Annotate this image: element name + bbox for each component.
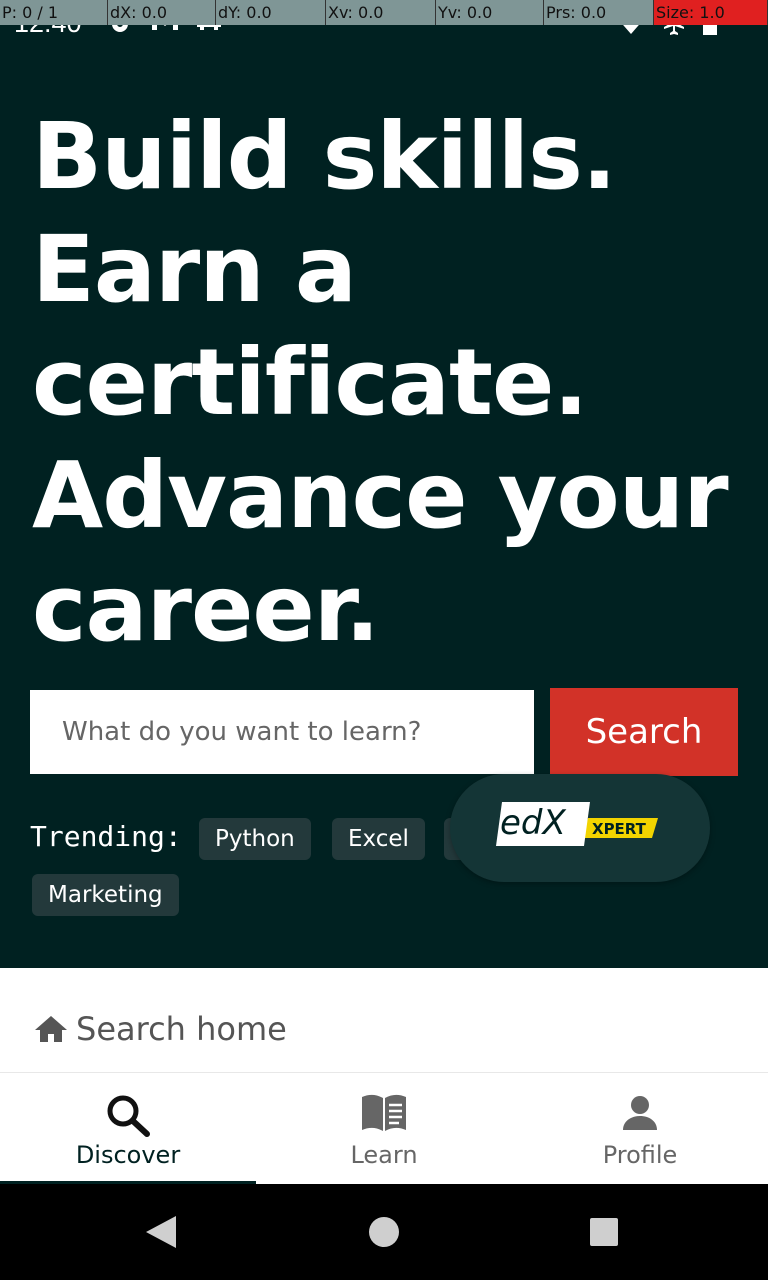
nav-profile[interactable]: Profile [512,1073,768,1185]
hero-headline: Build skills. Earn a certificate. Advanc… [32,100,752,665]
debug-pointer: P: 0 / 1 [0,0,108,25]
person-icon [623,1096,657,1130]
nav-learn[interactable]: Learn [256,1073,512,1185]
nav-label-profile: Profile [602,1141,678,1169]
headline-line: career. [32,555,380,662]
book-icon [362,1094,406,1131]
headline-line: certificate. [32,329,588,436]
trending-label: Trending: [30,820,182,853]
hero-banner: Build skills. Earn a certificate. Advanc… [0,48,768,968]
nav-label-discover: Discover [75,1141,181,1169]
debug-pressure: Prs: 0.0 [544,0,654,25]
pointer-debug-overlay: P: 0 / 1 dX: 0.0 dY: 0.0 Xv: 0.0 Yv: 0.0… [0,0,768,25]
xpert-chat-button[interactable]: XPERT edX [450,774,710,882]
trending-chip-excel[interactable]: Excel [332,818,425,860]
status-bar: 12:40 P: 0 / 1 dX: 0.0 dY: 0.0 Xv: 0.0 Y… [0,0,768,48]
debug-dx: dX: 0.0 [108,0,216,25]
home-icon [35,1016,67,1042]
recents-icon[interactable] [584,1212,624,1252]
edx-xpert-logo: XPERT edX [496,802,658,846]
xpert-badge-text: XPERT [592,820,647,838]
debug-dy: dY: 0.0 [216,0,326,25]
debug-yv: Yv: 0.0 [436,0,544,25]
search-home-heading: Search home [34,1010,287,1048]
section-title-text: Search home [76,1010,287,1048]
home-button-icon[interactable] [364,1212,404,1252]
search-icon [107,1095,150,1137]
trending-chip-marketing[interactable]: Marketing [32,874,179,916]
nav-discover[interactable]: Discover [0,1073,256,1185]
bottom-navigation: Discover Learn Profile [0,1072,768,1185]
system-navigation-bar [0,1184,768,1280]
nav-label-learn: Learn [350,1141,418,1169]
headline-line: Earn a [32,216,357,323]
search-input[interactable] [30,690,534,774]
back-icon[interactable] [142,1212,182,1252]
search-button[interactable]: Search [550,688,738,776]
headline-line: Advance your [32,442,729,549]
edx-brand-text: edX [500,803,567,843]
debug-size: Size: 1.0 [654,0,768,25]
trending-chip-python[interactable]: Python [199,818,311,860]
headline-line: Build skills. [32,103,617,210]
debug-xv: Xv: 0.0 [326,0,436,25]
